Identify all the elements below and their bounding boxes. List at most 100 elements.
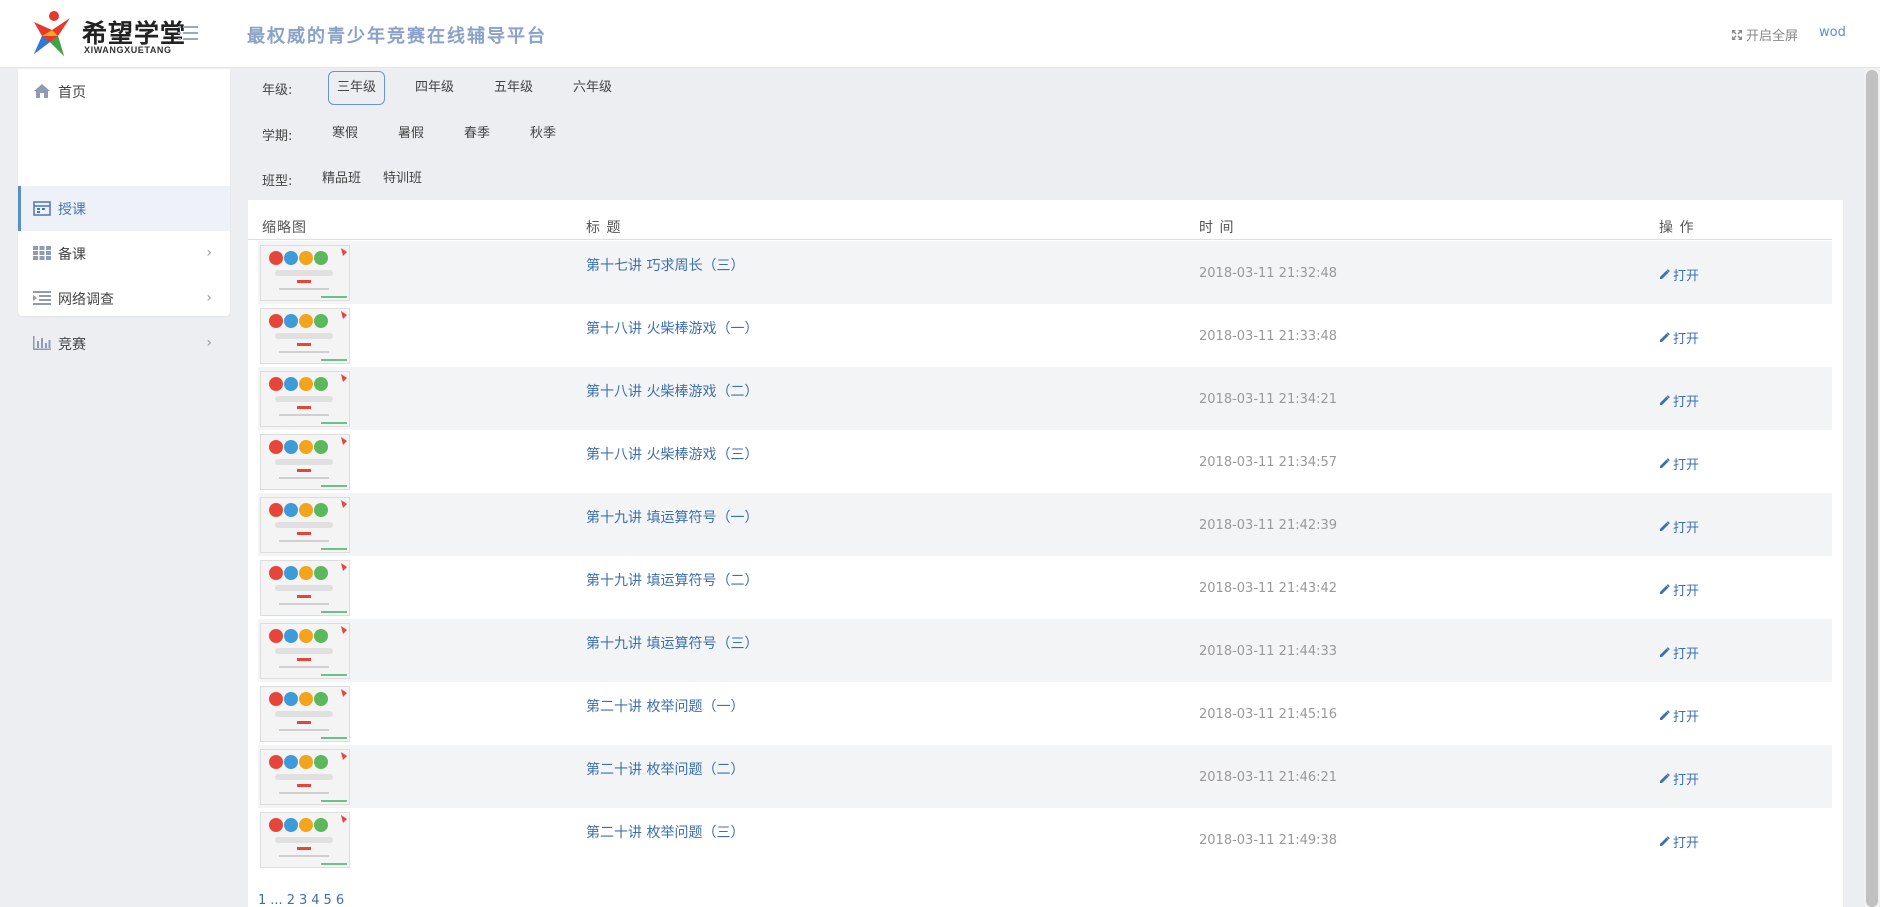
pencil-icon xyxy=(1660,647,1670,657)
page-link[interactable]: 3 xyxy=(299,893,307,907)
sidebar-item-teaching[interactable]: 授课 xyxy=(18,186,230,231)
logo-subtitle: XIWANGXUETANG xyxy=(84,45,172,55)
lesson-time: 2018-03-11 21:44:33 xyxy=(1199,644,1338,659)
pencil-icon xyxy=(1660,773,1670,783)
lesson-title-link[interactable]: 第十八讲 火柴棒游戏（二） xyxy=(586,381,758,401)
fullscreen-button[interactable]: 开启全屏 xyxy=(1731,25,1798,44)
page-link[interactable]: 1 xyxy=(258,893,266,907)
lesson-title-link[interactable]: 第十九讲 填运算符号（三） xyxy=(586,633,758,653)
lesson-thumbnail xyxy=(260,560,350,616)
sidebar: 首页 授课 备课 › 网络调查 › 竞赛 › xyxy=(18,69,230,353)
open-button[interactable]: 打开 xyxy=(1659,517,1699,536)
grid-icon xyxy=(33,246,51,260)
lesson-thumbnail xyxy=(260,434,350,490)
sidebar-item-label: 竞赛 xyxy=(58,337,86,353)
sidebar-item-home[interactable]: 首页 xyxy=(18,69,230,114)
open-button-label: 打开 xyxy=(1673,647,1700,662)
grade-filter-label: 年级: xyxy=(262,82,293,98)
grade-option[interactable]: 六年级 xyxy=(565,71,620,105)
class-type-option[interactable]: 精品班 xyxy=(314,162,369,196)
open-button[interactable]: 打开 xyxy=(1659,706,1699,725)
user-menu[interactable]: wod xyxy=(1819,25,1846,40)
grade-option[interactable]: 五年级 xyxy=(486,71,541,105)
open-button-label: 打开 xyxy=(1673,710,1700,725)
expand-icon xyxy=(1732,29,1742,40)
lesson-thumbnail xyxy=(260,245,350,301)
pencil-icon xyxy=(1660,332,1670,342)
column-header-title: 标 题 xyxy=(586,220,622,236)
open-button[interactable]: 打开 xyxy=(1659,454,1699,473)
sidebar-item-prepare[interactable]: 备课 › xyxy=(18,231,230,276)
open-button-label: 打开 xyxy=(1673,395,1700,410)
filter-panel: 年级: 三年级 四年级 五年级 六年级 学期: 寒假 暑假 春季 秋季 班型: … xyxy=(248,69,1843,200)
lesson-thumbnail xyxy=(260,308,350,364)
table-row: 第十九讲 填运算符号（三） 2018-03-11 21:44:33 打开 xyxy=(258,619,1832,682)
grade-filter-row: 年级: 三年级 四年级 五年级 六年级 xyxy=(262,71,662,105)
term-filter-label: 学期: xyxy=(262,128,293,144)
chevron-right-icon: › xyxy=(206,335,212,351)
lesson-time: 2018-03-11 21:33:48 xyxy=(1199,329,1338,344)
page-link[interactable]: 5 xyxy=(324,893,332,907)
open-button[interactable]: 打开 xyxy=(1659,643,1699,662)
logo[interactable]: 希望学堂 XIWANGXUETANG xyxy=(28,8,188,60)
open-button[interactable]: 打开 xyxy=(1659,328,1699,347)
grade-option[interactable]: 四年级 xyxy=(407,71,462,105)
table-header: 缩略图 标 题 时 间 操 作 xyxy=(248,200,1832,240)
term-option[interactable]: 春季 xyxy=(456,117,498,151)
home-icon xyxy=(34,84,50,98)
column-header-time: 时 间 xyxy=(1199,220,1235,236)
lesson-title-link[interactable]: 第十八讲 火柴棒游戏（三） xyxy=(586,444,758,464)
open-button[interactable]: 打开 xyxy=(1659,832,1699,851)
page-link[interactable]: 6 xyxy=(336,893,344,907)
pencil-icon xyxy=(1660,269,1670,279)
open-button[interactable]: 打开 xyxy=(1659,265,1699,284)
term-option[interactable]: 寒假 xyxy=(324,117,366,151)
chevron-right-icon: › xyxy=(206,245,212,261)
top-header: 希望学堂 XIWANGXUETANG 最权威的青少年竞赛在线辅导平台 开启全屏 … xyxy=(0,0,1880,68)
table-row: 第十八讲 火柴棒游戏（一） 2018-03-11 21:33:48 打开 xyxy=(258,304,1832,367)
menu-toggle-icon[interactable] xyxy=(178,24,198,42)
lesson-title-link[interactable]: 第十九讲 填运算符号（二） xyxy=(586,570,758,590)
list-indent-icon xyxy=(33,291,51,305)
open-button-label: 打开 xyxy=(1673,773,1700,788)
lesson-time: 2018-03-11 21:32:48 xyxy=(1199,266,1338,281)
grade-option[interactable]: 三年级 xyxy=(328,71,386,105)
pencil-icon xyxy=(1660,584,1670,594)
lesson-thumbnail xyxy=(260,371,350,427)
page-link[interactable]: 4 xyxy=(311,893,319,907)
lesson-title-link[interactable]: 第二十讲 枚举问题（三） xyxy=(586,822,744,842)
lesson-title-link[interactable]: 第十八讲 火柴棒游戏（一） xyxy=(586,318,758,338)
lesson-time: 2018-03-11 21:43:42 xyxy=(1199,581,1338,596)
pencil-icon xyxy=(1660,710,1670,720)
lesson-time: 2018-03-11 21:45:16 xyxy=(1199,707,1338,722)
open-button-label: 打开 xyxy=(1673,836,1700,851)
pencil-icon xyxy=(1660,521,1670,531)
calendar-icon xyxy=(33,201,51,216)
sidebar-item-survey[interactable]: 网络调查 › xyxy=(18,276,230,321)
sidebar-item-competition[interactable]: 竞赛 › xyxy=(18,321,230,366)
page-link[interactable]: 2 xyxy=(287,893,295,907)
open-button[interactable]: 打开 xyxy=(1659,580,1699,599)
lesson-thumbnail xyxy=(260,812,350,868)
lesson-thumbnail xyxy=(260,623,350,679)
pagination: 1... 2 3 4 5 6 xyxy=(258,893,344,907)
column-header-action: 操 作 xyxy=(1659,220,1695,236)
term-option[interactable]: 暑假 xyxy=(390,117,432,151)
class-type-filter-row: 班型: 精品班 特训班 xyxy=(262,162,662,196)
class-type-filter-label: 班型: xyxy=(262,173,293,189)
scrollbar-thumb[interactable] xyxy=(1866,70,1878,907)
table-row: 第十八讲 火柴棒游戏（三） 2018-03-11 21:34:57 打开 xyxy=(258,430,1832,493)
pencil-icon xyxy=(1660,458,1670,468)
pencil-icon xyxy=(1660,395,1670,405)
open-button[interactable]: 打开 xyxy=(1659,769,1699,788)
open-button[interactable]: 打开 xyxy=(1659,391,1699,410)
lesson-title-link[interactable]: 第二十讲 枚举问题（一） xyxy=(586,696,744,716)
table-row: 第二十讲 枚举问题（二） 2018-03-11 21:46:21 打开 xyxy=(258,745,1832,808)
table-row: 第二十讲 枚举问题（三） 2018-03-11 21:49:38 打开 xyxy=(258,808,1832,871)
pagination-ellipsis: ... xyxy=(270,893,283,907)
term-option[interactable]: 秋季 xyxy=(522,117,564,151)
lesson-title-link[interactable]: 第十七讲 巧求周长（三） xyxy=(586,255,744,275)
lesson-title-link[interactable]: 第十九讲 填运算符号（一） xyxy=(586,507,758,527)
lesson-title-link[interactable]: 第二十讲 枚举问题（二） xyxy=(586,759,744,779)
class-type-option[interactable]: 特训班 xyxy=(375,162,430,196)
